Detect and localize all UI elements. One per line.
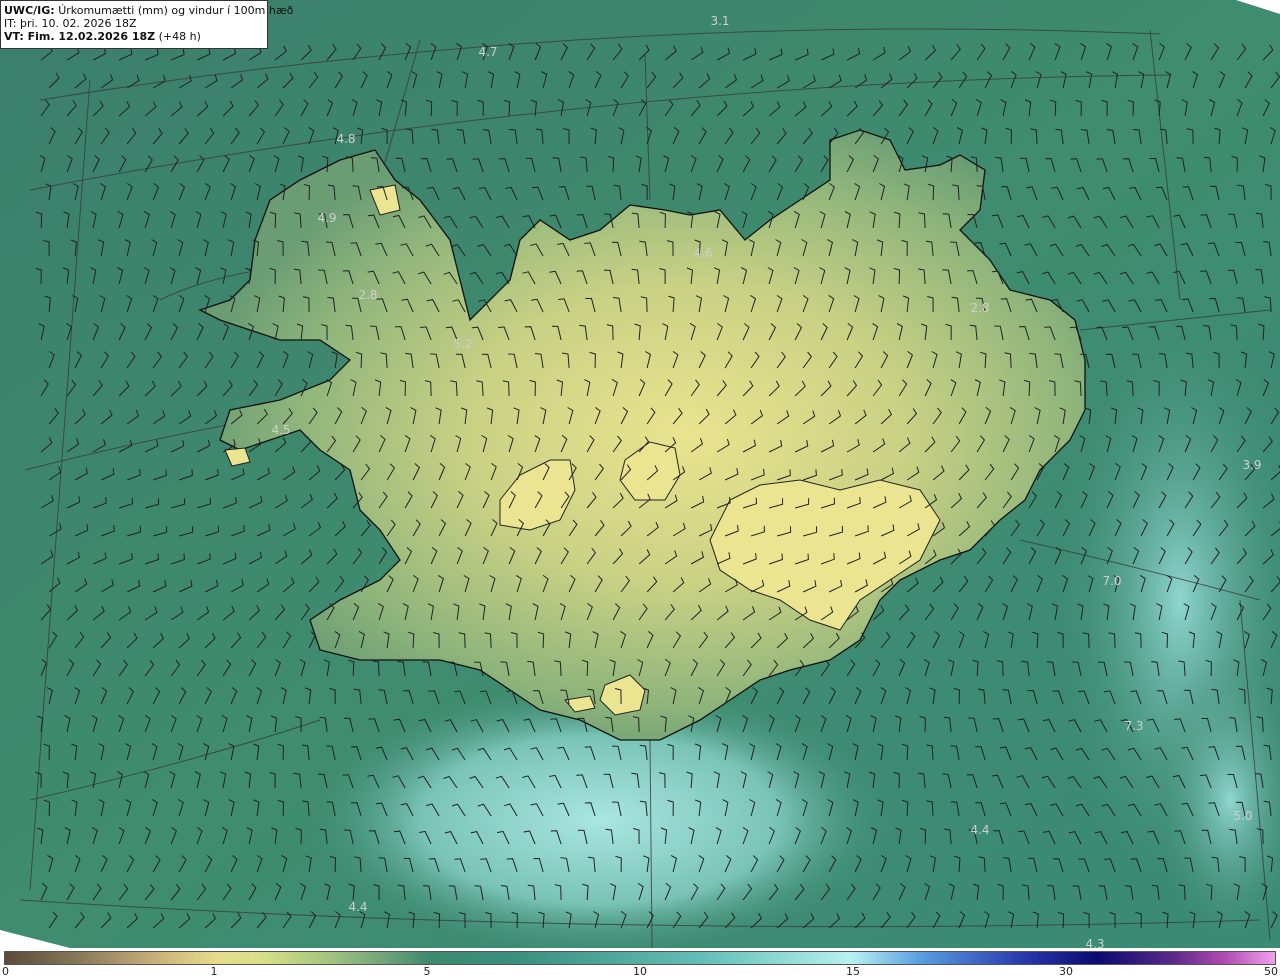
precip-value-label: 4.7 (478, 45, 497, 59)
precip-value-label: 7.3 (1124, 719, 1143, 733)
precip-value-label: 4.4 (970, 823, 989, 837)
precip-value-label: 3.9 (1242, 458, 1261, 472)
product-description: Úrkomumætti (mm) og vindur í 100m hæð (58, 4, 294, 17)
precip-value-label: 5.2 (453, 337, 472, 351)
colorbar: 0 1 5 10 15 30 50 (0, 948, 1280, 978)
colorbar-tick: 50 (1264, 965, 1278, 978)
precip-value-label: 2.8 (970, 301, 989, 315)
colorbar-tick: 10 (633, 965, 647, 978)
precip-value-label: 4.5 (271, 423, 290, 437)
precip-value-label: 3.1 (710, 14, 729, 28)
precip-value-label: 2.8 (358, 288, 377, 302)
colorbar-tick: 30 (1059, 965, 1073, 978)
precip-value-label: 4.9 (317, 211, 336, 225)
colorbar-strip (4, 951, 1276, 965)
colorbar-tick: 0 (2, 965, 9, 978)
colorbar-tick: 5 (423, 965, 431, 978)
precip-value-label: 4.4 (348, 900, 367, 914)
precip-value-label: 4.6 (693, 246, 712, 260)
precip-value-label: 5.0 (1233, 809, 1252, 823)
map-header: UWC/IG: Úrkomumætti (mm) og vindur í 100… (0, 0, 293, 49)
product-label: UWC/IG: (4, 4, 55, 17)
precip-value-label: 4.3 (1085, 937, 1104, 948)
valid-time: VT: Fim. 12.02.2026 18Z (4, 30, 156, 43)
precip-value-label: 7.0 (1102, 574, 1121, 588)
precipitation-wind-map[interactable]: 3.1 4.7 4.8 4.9 2.8 5.2 4.6 2.8 4.5 3.9 7.0 7.3 4.4 5… (0, 0, 1280, 948)
valid-offset: (+48 h) (158, 30, 201, 43)
colorbar-tick: 1 (210, 965, 218, 978)
precip-value-label: 4.8 (336, 132, 355, 146)
init-time: IT: þri. 10. 02. 2026 18Z (4, 17, 137, 30)
colorbar-tick: 15 (846, 965, 860, 978)
